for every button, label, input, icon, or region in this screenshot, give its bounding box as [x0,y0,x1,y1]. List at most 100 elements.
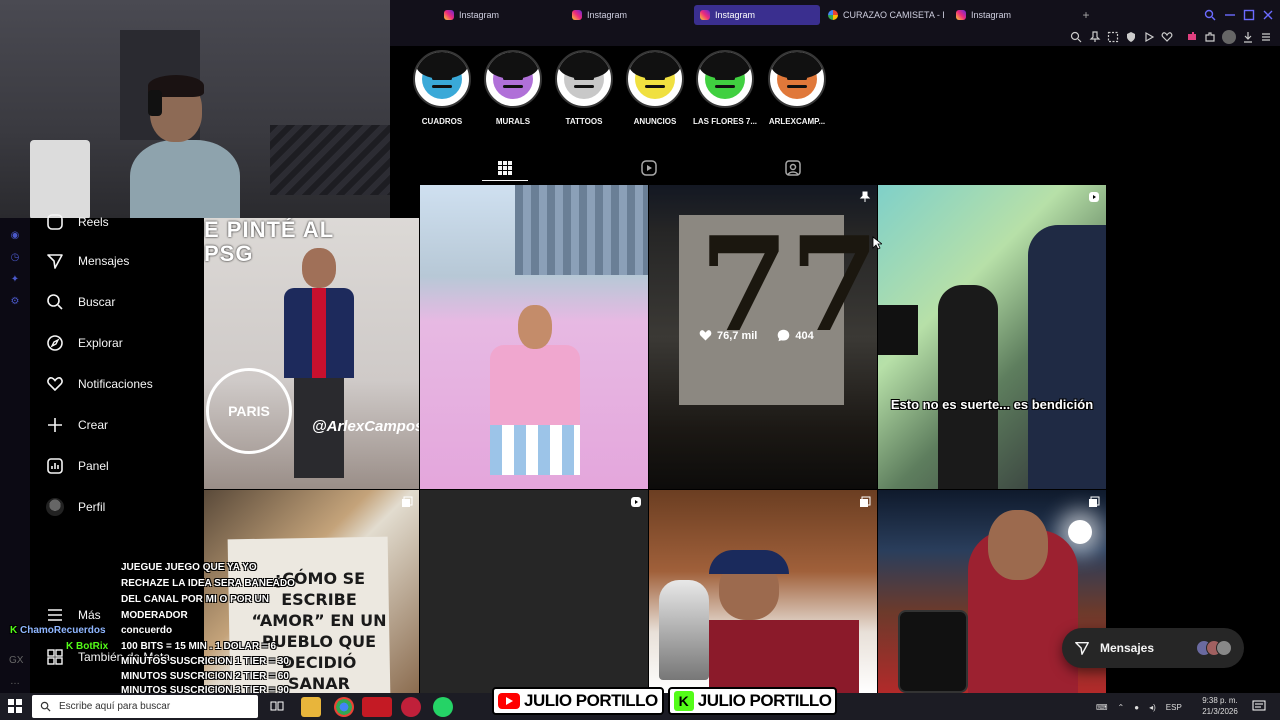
kick-banner: K JULIO PORTILLO [667,687,838,715]
new-tab-button[interactable]: + [1078,5,1094,25]
play-icon[interactable] [1143,31,1155,43]
dashboard-icon [47,458,63,474]
comments-count: 404 [795,329,814,342]
microphone-icon[interactable]: ● [1134,703,1139,712]
shield-icon[interactable] [1125,31,1137,43]
stream-name-banner: JULIO PORTILLO K JULIO PORTILLO [492,686,838,716]
nav-messages[interactable]: Mensajes [46,247,129,275]
search-icon[interactable] [1204,9,1216,21]
browser-tab[interactable]: Instagram [566,5,684,25]
likes-count: 76,7 mil [717,329,758,342]
post-tile[interactable] [420,490,648,693]
nav-profile[interactable]: Perfil [46,493,105,521]
zoom-icon[interactable] [1070,31,1082,43]
youtube-banner: JULIO PORTILLO [492,687,664,715]
story-highlight[interactable]: TATTOOS [552,50,616,126]
post-tile[interactable]: Esto no es suerte... es bendición [878,185,1106,489]
story-highlight[interactable]: ANUNCIOS [623,50,687,126]
browser-tab[interactable]: CURAZAO CAMISETA - Bu [822,5,944,25]
file-explorer-icon[interactable] [301,697,321,717]
chat-message: concuerdo [121,625,173,636]
menu-icon[interactable] [1260,31,1272,43]
post-tile[interactable]: E PINTÉ AL PSG PARIS @ArlexCampos [204,218,419,489]
carousel-icon [402,496,413,507]
post-title-line: E PINTÉ AL [204,218,335,242]
building [515,185,648,275]
nav-search[interactable]: Buscar [46,288,115,316]
post-stats: 76,7 mil 404 [699,329,814,342]
browser-toolbar [390,30,1280,46]
chrome-icon[interactable] [334,697,354,717]
story-highlight[interactable]: ARLEXCAMP... [765,50,829,126]
carousel-icon [860,496,871,507]
pin-icon[interactable] [1089,31,1101,43]
mouse-cursor-icon [872,236,882,250]
channel-name: JULIO PORTILLO [697,691,832,710]
clock-time: 9:38 p. m. [1202,696,1238,705]
instagram-icon [572,10,582,20]
chevron-up-icon[interactable]: ⌃ [1118,703,1125,712]
notification-icon[interactable] [1252,699,1266,713]
browser-tab[interactable]: Instagram [438,5,556,25]
settings-icon[interactable]: ⚙ [9,296,21,308]
browser-tab-active[interactable]: Instagram [694,5,820,25]
avatar-icon [46,498,64,516]
nav-explore[interactable]: Explorar [46,329,123,357]
story-highlight[interactable]: LAS FLORES 7... [693,50,757,126]
maximize-icon[interactable] [1243,9,1255,21]
whatsapp-icon[interactable] [433,697,453,717]
nav-reels[interactable]: Reels [46,208,109,236]
stadium-light [1068,520,1092,544]
tab-posts-grid-icon[interactable] [496,159,514,177]
nav-notifications[interactable]: Notificaciones [46,370,153,398]
download-icon[interactable] [1242,31,1254,43]
extensions-side-icon[interactable]: ✦ [9,274,21,286]
task-view-icon[interactable] [270,699,284,713]
chat-message: JUEGUE JUEGO QUE YA YO [121,562,257,573]
app-icon[interactable] [362,697,392,717]
story-highlight[interactable]: MURALS [481,50,545,126]
player-icon[interactable]: ◉ [9,230,21,242]
instagram-icon [956,10,966,20]
post-tile-hovered[interactable]: 77 76,7 mil 404 [649,185,877,489]
tab-tagged-icon[interactable] [784,159,802,177]
volume-icon[interactable]: ◂) [1149,703,1156,712]
webcam-overlay [0,0,390,218]
cap [709,550,789,574]
cartoon-face-icon [699,52,751,99]
clock-date: 21/3/2026 [1202,707,1238,716]
nav-dashboard[interactable]: Panel [46,452,109,480]
story-highlight[interactable]: CUADROS [410,50,474,126]
cartoon-face-icon [629,52,681,99]
person-figure [284,248,354,478]
language-indicator[interactable]: ESP [1166,703,1182,712]
windows-start-icon[interactable] [8,699,22,713]
profile-avatar[interactable] [1222,30,1236,44]
avatar [1216,640,1232,656]
browser-tab[interactable]: Instagram [950,5,1068,25]
search-icon [40,701,51,712]
heart-icon[interactable] [1161,31,1173,43]
taskbar-clock[interactable]: 9:38 p. m. 21/3/2026 [1200,695,1240,717]
post-caption: Esto no es suerte... es bendición [890,397,1094,412]
puzzle-icon[interactable] [1204,31,1216,43]
screenshot-icon[interactable] [1107,31,1119,43]
close-icon[interactable] [1262,9,1274,21]
chat-message: MODERADOR [121,610,188,621]
trophy [659,580,709,680]
instagram-icon [444,10,454,20]
messages-floating-button[interactable]: Mensajes [1062,628,1244,668]
tab-reels-icon[interactable] [640,159,658,177]
extensions-icon[interactable] [1186,31,1198,43]
person-head [988,510,1048,580]
taskbar-search-box[interactable]: Escribe aquí para buscar [32,695,258,718]
keyboard-icon[interactable]: ⌨ [1096,703,1108,712]
history-icon[interactable]: ◷ [9,252,21,264]
search-icon [47,294,63,310]
post-tile[interactable] [420,185,648,489]
post-tile[interactable] [649,490,877,693]
opera-gx-icon[interactable] [401,697,421,717]
nav-create[interactable]: Crear [46,411,108,439]
explore-icon [47,335,63,351]
minimize-icon[interactable] [1224,9,1236,21]
